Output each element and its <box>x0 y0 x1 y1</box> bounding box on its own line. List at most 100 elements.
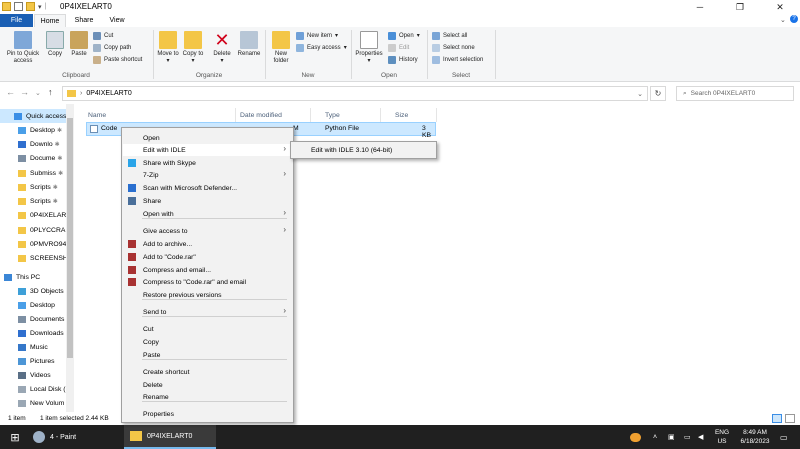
sidebar-item-documents[interactable]: Documents <box>18 312 66 326</box>
context-menu-item-add-to-archive[interactable]: Add to archive... <box>123 238 292 250</box>
chevron-down-icon[interactable]: ⌄ <box>637 90 643 98</box>
sidebar-scrollbar-thumb[interactable] <box>67 118 73 358</box>
recent-locations-chevron-icon[interactable]: ⌄ <box>35 89 41 97</box>
sidebar-item-scripts[interactable]: Scripts ✱ <box>18 180 66 194</box>
sidebar-item-0pmvro94[interactable]: 0PMVRO94 <box>18 237 66 251</box>
context-menu-item-create-shortcut[interactable]: Create shortcut <box>123 366 292 378</box>
taskbar-item-paint[interactable]: 4 - Paint <box>33 425 123 449</box>
column-header-date[interactable]: Date modified <box>226 108 311 122</box>
tab-home[interactable]: Home <box>34 14 66 27</box>
volume-icon[interactable]: ◀ <box>698 425 710 449</box>
sidebar-item-quick-access[interactable]: Quick access <box>0 109 66 123</box>
notifications-icon[interactable]: ▭ <box>780 425 794 449</box>
language-indicator[interactable]: ENG US <box>712 428 732 446</box>
search-input[interactable]: ⌕ Search 0P4IXELART0 <box>676 86 794 101</box>
tab-view[interactable]: View <box>102 14 132 27</box>
pin-quick-access-button[interactable]: Pin to Quick access <box>2 31 44 65</box>
context-menu-item-copy[interactable]: Copy <box>123 336 292 348</box>
up-arrow-icon[interactable]: ↑ <box>48 87 53 97</box>
breadcrumb-chevron-icon[interactable]: › <box>80 90 82 97</box>
forward-arrow-icon[interactable]: → <box>20 87 29 97</box>
back-arrow-icon[interactable]: ← <box>6 87 15 97</box>
chevron-up-icon[interactable]: ˄ <box>653 425 663 449</box>
file-name[interactable]: Code <box>101 125 117 132</box>
refresh-button[interactable]: ↻ <box>650 86 666 101</box>
rename-button[interactable]: Rename <box>236 31 262 58</box>
copy-path-button[interactable]: Copy path <box>93 43 142 52</box>
context-menu-item-compress-and-email[interactable]: Compress and email... <box>123 264 292 276</box>
select-none-button[interactable]: Select none <box>432 43 483 52</box>
pin-icon[interactable]: ✱ <box>57 155 62 162</box>
network-icon[interactable]: ▭ <box>684 425 696 449</box>
sidebar-item-pictures[interactable]: Pictures <box>18 354 66 368</box>
paste-shortcut-button[interactable]: Paste shortcut <box>93 55 142 64</box>
breadcrumb[interactable]: 0P4IXELART0 <box>86 90 131 97</box>
submenu-item-idle-3-10[interactable]: Edit with IDLE 3.10 (64-bit) <box>311 147 392 154</box>
sidebar-item-desktop[interactable]: Desktop ✱ <box>18 123 66 137</box>
column-header-size[interactable]: Size <box>381 108 437 122</box>
details-view-icon[interactable] <box>772 414 782 423</box>
sidebar-item-0plyccra[interactable]: 0PLYCCRA <box>18 223 66 237</box>
new-folder-button[interactable]: New folder <box>268 31 294 65</box>
tab-file[interactable]: File <box>0 14 33 27</box>
sidebar-item-scripts[interactable]: Scripts ✱ <box>18 194 66 208</box>
new-folder-icon[interactable] <box>26 2 35 11</box>
sidebar-item-downloads[interactable]: Downloads <box>18 326 66 340</box>
sidebar-item-screensh[interactable]: SCREENSH <box>18 251 66 265</box>
weather-icon[interactable] <box>628 425 642 449</box>
pin-icon[interactable]: ✱ <box>57 127 62 134</box>
taskbar-item-explorer[interactable]: 0P4IXELART0 <box>124 425 216 449</box>
sidebar-item-this-pc[interactable]: This PC <box>4 270 66 284</box>
sidebar-item-submiss[interactable]: Submiss ✱ <box>18 166 66 180</box>
sidebar-item-desktop[interactable]: Desktop <box>18 298 66 312</box>
move-to-button[interactable]: Move to ▾ <box>157 31 179 65</box>
edit-button[interactable]: Edit <box>388 43 420 52</box>
clock[interactable]: 8:49 AM 6/18/2023 <box>735 428 775 446</box>
paste-button[interactable]: Paste <box>67 31 91 58</box>
select-all-button[interactable]: Select all <box>432 31 483 40</box>
copy-to-button[interactable]: Copy to ▾ <box>182 31 204 65</box>
sidebar-item-3d-objects[interactable]: 3D Objects <box>18 284 66 298</box>
sidebar-item-local-disk[interactable]: Local Disk ( <box>18 382 66 396</box>
context-menu-item-open[interactable]: Open <box>123 132 292 144</box>
close-button[interactable]: ✕ <box>760 0 800 14</box>
delete-button[interactable]: ✕ Delete ▾ <box>209 31 235 65</box>
context-menu-item-give-access-to[interactable]: Give access to › <box>123 225 292 237</box>
windows-start-icon[interactable]: ⊞ <box>8 425 22 449</box>
open-button[interactable]: Open ▾ <box>388 31 420 40</box>
pin-icon[interactable]: ✱ <box>58 170 63 177</box>
properties-button[interactable]: Properties ▾ <box>353 31 385 65</box>
context-menu-item-properties[interactable]: Properties <box>123 408 292 420</box>
column-header-name[interactable]: Name <box>74 108 236 122</box>
maximize-button[interactable]: ❐ <box>720 0 760 14</box>
properties-icon[interactable] <box>14 2 23 11</box>
context-menu-item-7-zip[interactable]: 7-Zip › <box>123 169 292 181</box>
sidebar-item-docume[interactable]: Docume ✱ <box>18 151 66 165</box>
history-button[interactable]: History <box>388 55 420 64</box>
expand-ribbon-icon[interactable]: ⌄ <box>780 16 786 24</box>
context-menu-item-compress-to-code-rar-and-email[interactable]: Compress to "Code.rar" and email <box>123 276 292 288</box>
minimize-button[interactable]: ─ <box>680 0 720 14</box>
pin-icon[interactable]: ✱ <box>53 198 58 205</box>
context-menu-item-share[interactable]: Share <box>123 195 292 207</box>
context-menu-item-delete[interactable]: Delete <box>123 379 292 391</box>
sidebar-item-videos[interactable]: Videos <box>18 368 66 382</box>
address-bar[interactable]: › 0P4IXELART0 ⌄ <box>62 86 648 101</box>
pin-icon[interactable]: ✱ <box>53 184 58 191</box>
sidebar-item-downlo[interactable]: Downlo ✱ <box>18 137 66 151</box>
sidebar-item-music[interactable]: Music <box>18 340 66 354</box>
tab-share[interactable]: Share <box>68 14 100 27</box>
help-icon[interactable]: ? <box>790 15 798 23</box>
context-menu-item-share-with-skype[interactable]: Share with Skype <box>123 157 292 169</box>
chevron-down-icon[interactable]: ▾ <box>38 3 42 11</box>
easy-access-button[interactable]: Easy access ▾ <box>296 43 347 52</box>
new-item-button[interactable]: New item ▾ <box>296 31 347 40</box>
context-menu-item-cut[interactable]: Cut <box>123 323 292 335</box>
context-menu-item-edit-with-idle[interactable]: Edit with IDLE › <box>123 144 292 156</box>
sidebar-item-0p4ixelart[interactable]: 0P4IXELART <box>18 208 66 222</box>
copy-button[interactable]: Copy <box>44 31 66 58</box>
cut-button[interactable]: Cut <box>93 31 142 40</box>
column-header-type[interactable]: Type <box>311 108 381 122</box>
invert-selection-button[interactable]: Invert selection <box>432 55 483 64</box>
pin-icon[interactable]: ✱ <box>55 141 60 148</box>
